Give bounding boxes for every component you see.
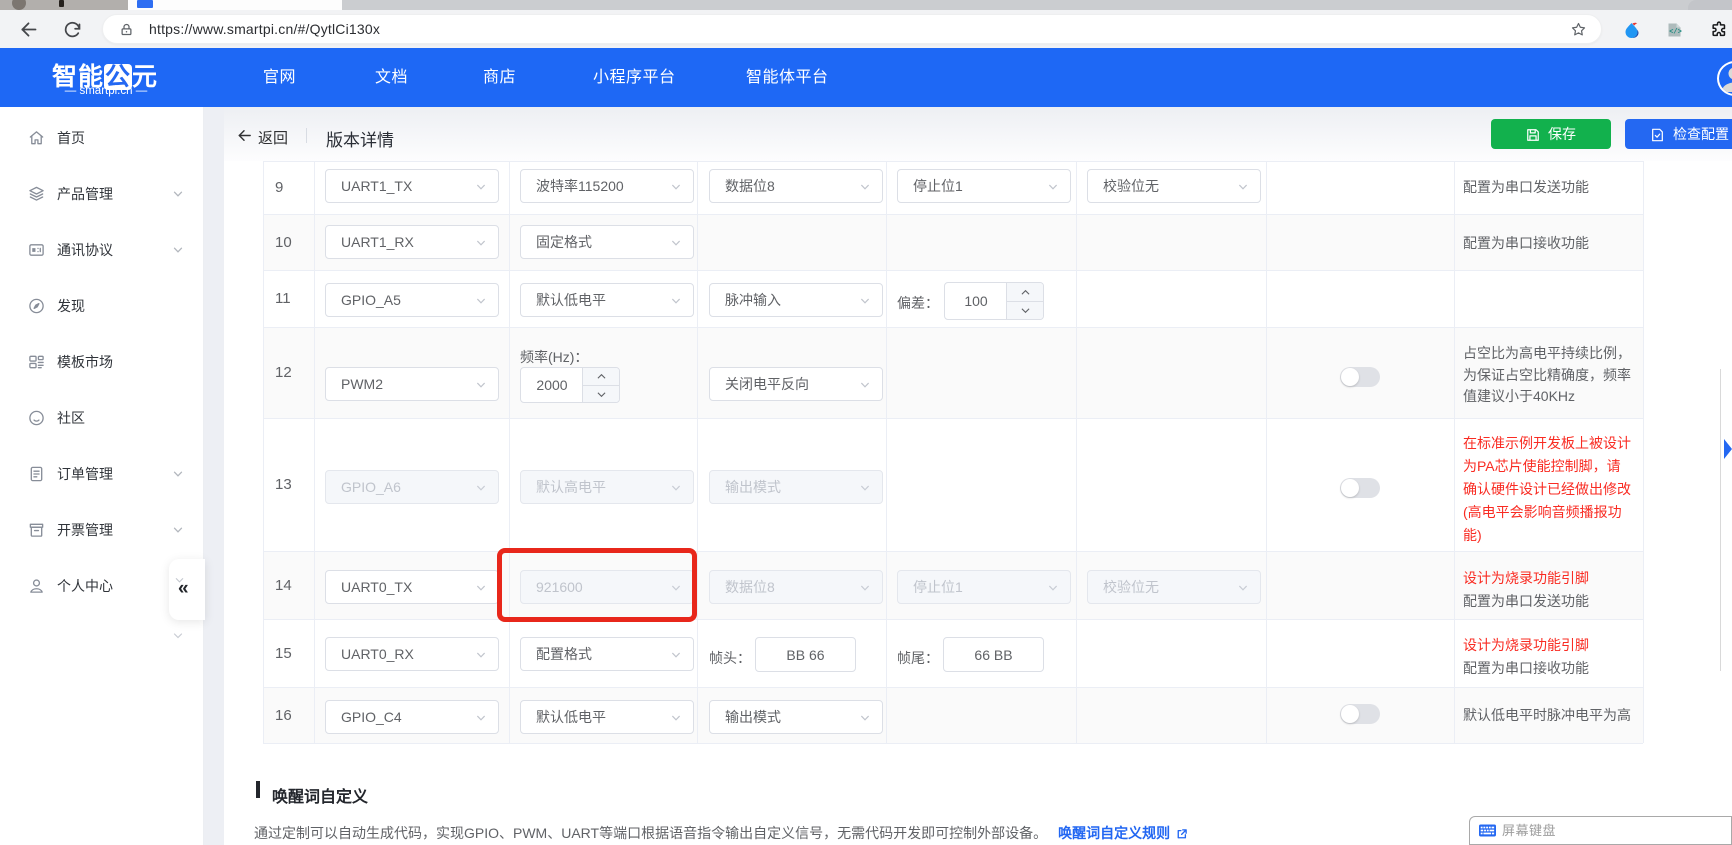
svg-text:</>: </> — [1669, 29, 1682, 37]
